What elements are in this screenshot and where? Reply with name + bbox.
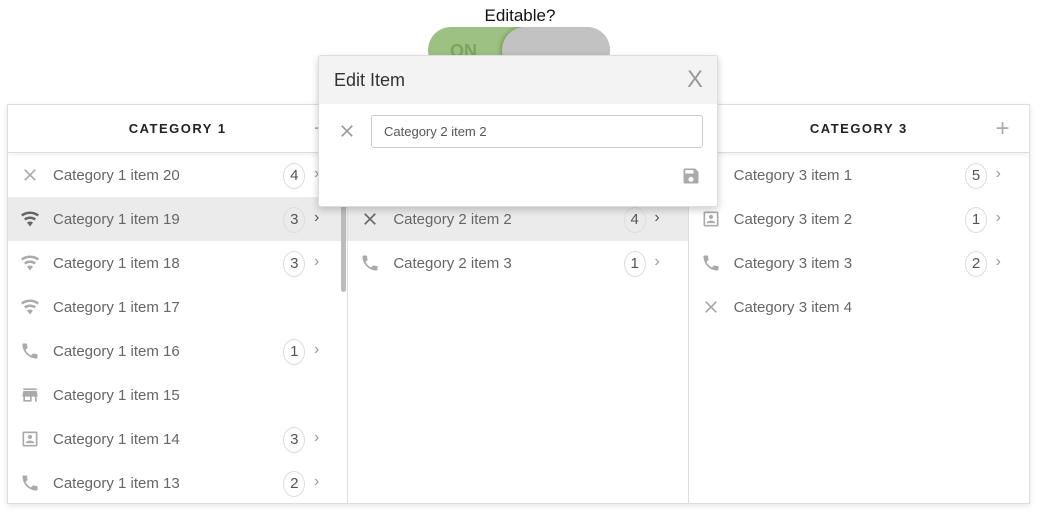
phone-icon (359, 252, 381, 274)
column-title: CATEGORY 1 (128, 121, 227, 136)
column-1: CATEGORY 1+Category 1 item 204›Category … (8, 105, 349, 503)
chevron-right-icon[interactable]: › (654, 209, 659, 227)
count-badge: 5 (964, 163, 987, 189)
close-icon (19, 164, 41, 186)
chevron-right-icon[interactable]: › (654, 253, 659, 271)
item-label: Category 1 item 17 (53, 298, 180, 316)
count-badge: 3 (283, 207, 306, 233)
list-item[interactable]: Category 1 item 15 (8, 373, 347, 417)
count-badge: 4 (623, 207, 646, 233)
item-label: Category 1 item 16 (53, 342, 180, 360)
column-header: CATEGORY 3 + (688, 105, 1029, 153)
count-badge: 1 (623, 251, 646, 277)
chevron-right-icon[interactable]: › (314, 429, 319, 447)
item-label: Category 1 item 18 (53, 254, 180, 272)
count-badge: 4 (283, 163, 306, 189)
list-item[interactable]: Category 3 item 3 2 › (689, 241, 1029, 285)
store-icon (19, 384, 41, 406)
item-label: Category 1 item 20 (53, 166, 180, 184)
close-icon (359, 208, 381, 230)
save-icon[interactable] (681, 166, 701, 191)
chevron-right-icon[interactable]: › (314, 341, 319, 359)
phone-icon (19, 472, 41, 494)
item-label: Category 3 item 1 (733, 166, 853, 184)
list-item[interactable]: Category 1 item 13 2 › (8, 461, 347, 503)
editable-label: Editable? (484, 6, 556, 25)
item-label: Category 3 item 2 (733, 210, 853, 228)
count-badge: 2 (964, 251, 987, 277)
edit-item-dialog: Edit Item X (318, 55, 718, 207)
chevron-right-icon[interactable]: › (314, 209, 319, 227)
contact-icon (700, 208, 722, 230)
dialog-header: Edit Item X (319, 56, 717, 104)
item-label: Category 3 item 3 (733, 254, 853, 272)
item-label: Category 1 item 19 (53, 210, 180, 228)
item-label: Category 2 item 3 (393, 254, 512, 272)
item-label: Category 1 item 15 (53, 386, 180, 404)
list-item[interactable]: Category 1 item 16 1 › (8, 329, 347, 373)
chevron-right-icon[interactable]: › (996, 209, 1001, 227)
count-badge: 1 (283, 339, 306, 365)
chevron-right-icon[interactable]: › (996, 253, 1001, 271)
phone-icon (700, 252, 722, 274)
item-label: Category 1 item 14 (53, 430, 180, 448)
count-badge: 2 (283, 471, 306, 497)
count-badge: 3 (283, 251, 306, 277)
list-item[interactable]: Category 1 item 19 3 › (8, 197, 348, 241)
column-title: CATEGORY 3 (809, 121, 908, 136)
list-item[interactable]: Category 1 item 18 3 › (8, 241, 347, 285)
list-item[interactable]: Category 3 item 2 1 › (689, 197, 1029, 241)
item-label: Category 1 item 13 (53, 474, 180, 492)
item-label: Category 3 item 4 (733, 298, 853, 316)
list-item[interactable]: Category 2 item 3 1 › (348, 241, 687, 285)
list-item[interactable]: Category 3 item 1 5 › (689, 153, 1029, 197)
chevron-right-icon[interactable]: › (314, 253, 319, 271)
list-item[interactable]: Category 1 item 17 (8, 285, 347, 329)
clear-icon[interactable] (337, 121, 357, 146)
wifi-icon (19, 208, 41, 230)
wifi-icon (19, 296, 41, 318)
chevron-right-icon[interactable]: › (996, 165, 1001, 183)
close-button[interactable]: X (687, 66, 703, 94)
dialog-title: Edit Item (334, 69, 406, 90)
count-badge: 1 (964, 207, 987, 233)
close-icon (700, 296, 722, 318)
phone-icon (19, 340, 41, 362)
column-3: CATEGORY 3 + Category 3 item 1 5 › Category 3… (688, 105, 1029, 503)
count-badge: 3 (283, 427, 306, 453)
chevron-right-icon[interactable]: › (314, 473, 319, 491)
add-item-button[interactable]: + (995, 115, 1011, 143)
list-item[interactable]: Category 1 item 14 3 › (8, 417, 347, 461)
item-label: Category 2 item 2 (393, 210, 512, 228)
list-item[interactable]: Category 3 item 4 (689, 285, 1029, 329)
wifi-icon (19, 252, 41, 274)
contact-icon (19, 428, 41, 450)
column-header: CATEGORY 1+ (8, 105, 348, 153)
item-name-input[interactable] (371, 115, 703, 148)
list-item[interactable]: Category 1 item 20 4 › (8, 153, 347, 197)
